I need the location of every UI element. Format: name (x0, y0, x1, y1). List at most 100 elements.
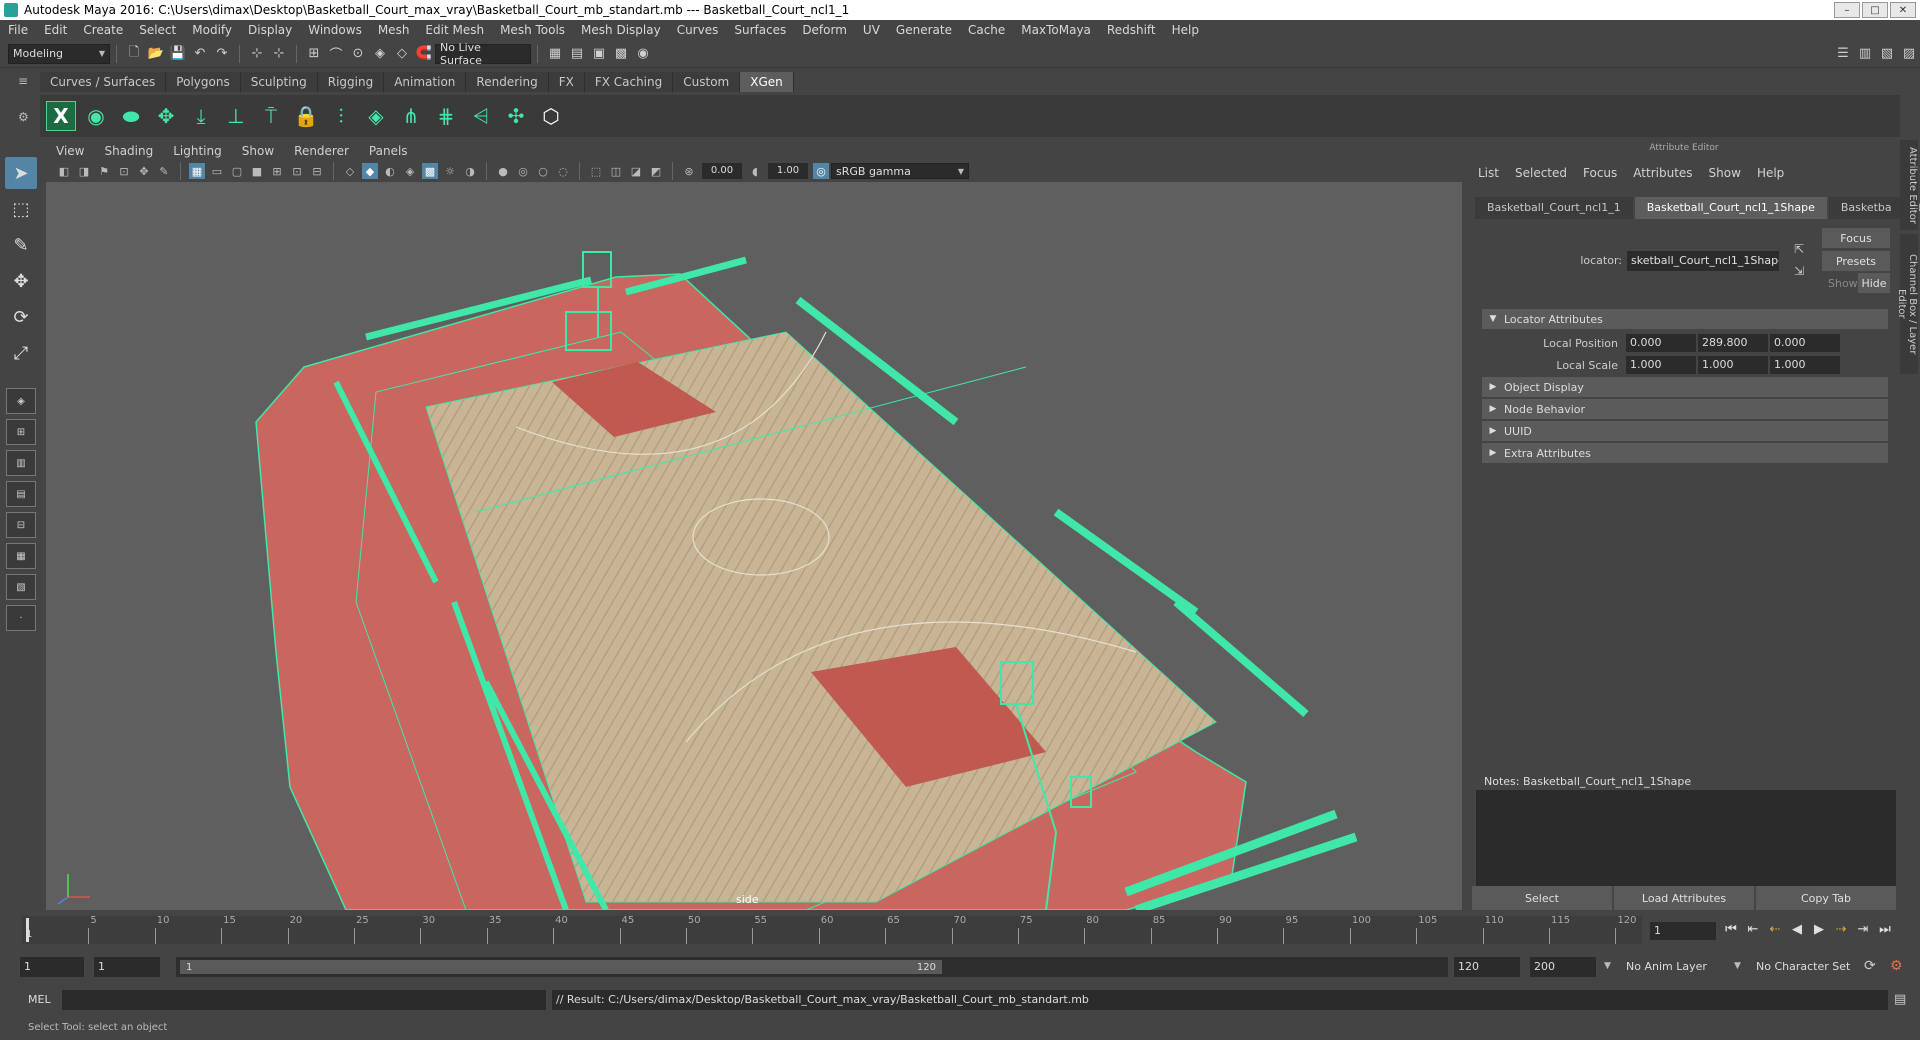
menu-maxtomaya[interactable]: MaxToMaya (1013, 23, 1099, 37)
playback-end-field[interactable]: 120 (1454, 957, 1520, 977)
local-position-z-field[interactable]: 0.000 (1770, 334, 1840, 352)
xgen-bend-icon[interactable]: ⋔ (396, 101, 426, 131)
section-locator-attributes[interactable]: ▼ Locator Attributes (1482, 309, 1888, 329)
wireframe-icon[interactable]: ◇ (342, 163, 358, 179)
xgen-add-guide-icon[interactable]: ⊥ (221, 101, 251, 131)
render-view-icon[interactable]: ▤ (568, 45, 586, 63)
xgen-place-guide-icon[interactable]: ⤓ (186, 101, 216, 131)
xgen-editor-icon[interactable]: X (46, 101, 76, 131)
locator-name-field[interactable]: sketball_Court_ncl1_1Shape (1627, 251, 1779, 271)
local-position-x-field[interactable]: 0.000 (1626, 334, 1696, 352)
xgen-hex-icon[interactable]: ⬡ (536, 101, 566, 131)
ae-tab-shape[interactable]: Basketball_Court_ncl1_1Shape (1634, 197, 1827, 219)
shelf-tab-polygons[interactable]: Polygons (166, 72, 241, 92)
live-surface-field[interactable]: No Live Surface (435, 41, 531, 67)
menu-create[interactable]: Create (75, 23, 131, 37)
side-tab-attribute-editor[interactable]: Attribute Editor (1900, 140, 1918, 230)
single-perspective-layout-icon[interactable]: ◈ (6, 388, 36, 414)
safe-title-icon[interactable]: ⊟ (309, 163, 325, 179)
live-surface-icon[interactable]: 🧲 (415, 45, 433, 63)
lights-icon[interactable]: ☼ (442, 163, 458, 179)
default-material-icon[interactable]: ◐ (382, 163, 398, 179)
xgen-surface-icon[interactable]: ⬬ (116, 101, 146, 131)
shelf-options[interactable]: ≡ ⚙ (18, 74, 38, 134)
motion-blur-icon[interactable]: ◎ (515, 163, 531, 179)
menu-mesh-tools[interactable]: Mesh Tools (492, 23, 573, 37)
step-forward-frame-icon[interactable]: ⇢ (1832, 920, 1850, 938)
shelf-tab-rigging[interactable]: Rigging (317, 72, 385, 92)
menu-edit-mesh[interactable]: Edit Mesh (417, 23, 492, 37)
move-tool-icon[interactable]: ✥ (5, 265, 37, 297)
gamma-icon[interactable]: ◖ (747, 163, 763, 179)
minimize-icon[interactable]: – (1834, 2, 1860, 18)
menu-edit[interactable]: Edit (36, 23, 75, 37)
scene-end-field[interactable]: 200 (1530, 957, 1596, 977)
menu-modify[interactable]: Modify (184, 23, 240, 37)
open-scene-icon[interactable]: 📂 (147, 45, 165, 63)
copy-node-icon[interactable]: ⇲ (1794, 264, 1804, 278)
menu-file[interactable]: File (0, 23, 36, 37)
two-d-pan-icon[interactable]: ✥ (136, 163, 152, 179)
current-frame-marker[interactable] (26, 918, 29, 942)
maximize-icon[interactable]: □ (1862, 2, 1888, 18)
section-uuid[interactable]: ▶ UUID (1482, 421, 1888, 441)
character-set-dropdown[interactable]: No Character Set (1752, 957, 1868, 977)
step-back-key-icon[interactable]: ⇤ (1744, 920, 1762, 938)
ae-menu-show[interactable]: Show (1709, 166, 1757, 180)
channel-box-icon[interactable]: ▨ (1900, 45, 1918, 63)
select-hierarchy-icon[interactable]: ⊹ (248, 45, 266, 63)
go-to-start-icon[interactable]: ⏮ (1722, 920, 1740, 938)
select-button[interactable]: Select (1472, 886, 1612, 910)
ae-menu-help[interactable]: Help (1757, 166, 1800, 180)
menu-surfaces[interactable]: Surfaces (726, 23, 794, 37)
persp-outliner-layout-icon[interactable]: ▥ (6, 450, 36, 476)
snap-view-icon[interactable]: ◈ (371, 45, 389, 63)
menu-cache[interactable]: Cache (960, 23, 1013, 37)
outliner-persp-layout-icon[interactable]: ▧ (6, 574, 36, 600)
xgen-sculpt-guide-icon[interactable]: ⍑ (256, 101, 286, 131)
current-frame-field[interactable]: 1 (1650, 922, 1716, 940)
ae-menu-focus[interactable]: Focus (1583, 166, 1633, 180)
snap-point-icon[interactable]: ⊙ (349, 45, 367, 63)
gamma-field[interactable]: 1.00 (768, 163, 808, 179)
color-management-icon[interactable]: ◎ (813, 163, 829, 179)
camera-attributes-icon[interactable]: ◨ (76, 163, 92, 179)
scale-tool-icon[interactable]: ⤢ (5, 337, 37, 369)
image-plane-icon[interactable]: ⊡ (116, 163, 132, 179)
local-scale-x-field[interactable]: 1.000 (1626, 356, 1696, 374)
section-extra-attributes[interactable]: ▶ Extra Attributes (1482, 443, 1888, 463)
shelf-tab-rendering[interactable]: Rendering (466, 72, 549, 92)
perspective-viewport[interactable] (46, 182, 1462, 910)
modeling-toolkit-icon[interactable]: ☰ (1834, 45, 1852, 63)
animation-prefs-icon[interactable]: ⚙ (1890, 958, 1903, 974)
viewport-menu-view[interactable]: View (46, 144, 94, 158)
notes-textarea[interactable] (1476, 790, 1896, 886)
viewport-menu-lighting[interactable]: Lighting (163, 144, 232, 158)
shelf-menu-icon[interactable]: ≡ (18, 74, 38, 88)
xgen-grab-icon[interactable]: ✥ (151, 101, 181, 131)
close-icon[interactable]: ✕ (1890, 2, 1916, 18)
xgen-lock-icon[interactable]: 🔒 (291, 101, 321, 131)
section-node-behavior[interactable]: ▶ Node Behavior (1482, 399, 1888, 419)
menu-curves[interactable]: Curves (669, 23, 727, 37)
exposure-icon[interactable]: ⊛ (681, 163, 697, 179)
step-back-frame-icon[interactable]: ⇠ (1766, 920, 1784, 938)
gate-mask-icon[interactable]: ■ (249, 163, 265, 179)
shelf-gear-icon[interactable]: ⚙ (18, 110, 38, 124)
copy-tab-button[interactable]: Copy Tab (1756, 886, 1896, 910)
field-chart-icon[interactable]: ⊞ (269, 163, 285, 179)
step-forward-key-icon[interactable]: ⇥ (1854, 920, 1872, 938)
wireframe-on-shaded-icon[interactable]: ◈ (402, 163, 418, 179)
shelf-tab-xgen[interactable]: XGen (740, 72, 794, 92)
snap-curve-icon[interactable]: ⌒ (327, 45, 345, 63)
ae-menu-list[interactable]: List (1478, 166, 1515, 180)
play-forward-icon[interactable]: ▶ (1810, 920, 1828, 938)
local-position-y-field[interactable]: 289.800 (1698, 334, 1768, 352)
xgen-noise-icon[interactable]: ✣ (501, 101, 531, 131)
textured-icon[interactable]: ▩ (422, 163, 438, 179)
xray-joints-icon[interactable]: ◩ (648, 163, 664, 179)
scene-start-field[interactable]: 1 (20, 957, 84, 977)
side-tab-channel-box[interactable]: Channel Box / Layer Editor (1896, 234, 1918, 374)
snap-surface-icon[interactable]: ◇ (393, 45, 411, 63)
hypershade-layout-icon[interactable]: ⊟ (6, 512, 36, 538)
